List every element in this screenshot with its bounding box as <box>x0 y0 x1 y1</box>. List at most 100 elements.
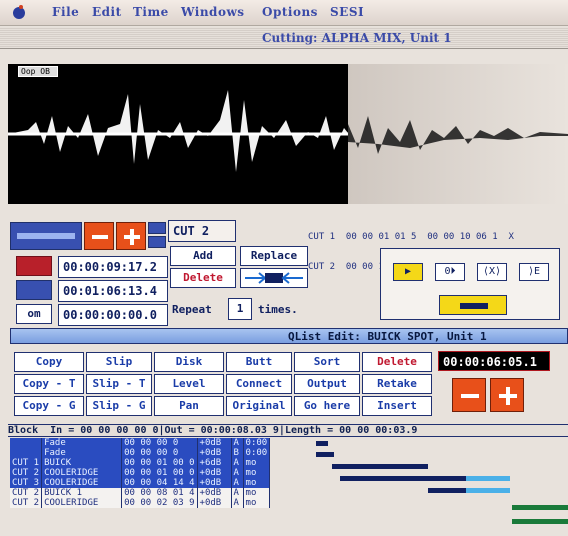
table-cell-name: BUICK 1 <box>41 488 123 498</box>
cut-label: CUT 2 <box>168 220 236 242</box>
menu-file[interactable]: File <box>52 5 79 19</box>
copy-button[interactable]: Copy <box>14 352 84 372</box>
add-button[interactable]: Add <box>170 246 236 266</box>
delete-qlist-button[interactable]: Delete <box>362 352 432 372</box>
minus-button[interactable] <box>84 222 114 250</box>
slip-g-button[interactable]: Slip - G <box>86 396 152 416</box>
table-cell-x: mo <box>243 488 271 498</box>
record-out-button[interactable] <box>16 280 52 300</box>
menu-edit[interactable]: Edit <box>92 5 122 19</box>
shuttle-control[interactable] <box>439 295 507 315</box>
table-cell-cut <box>10 448 43 458</box>
event-table[interactable]: Fade 00 00 00 0 +0dB A 0:00 Fade 00 00 00 0 +0d… <box>10 438 350 508</box>
table-cell-db: +0dB <box>197 468 232 478</box>
table-cell-time: 00 00 00 0 <box>121 448 198 458</box>
connect-button[interactable]: Connect <box>226 374 292 394</box>
table-cell-name: COOLERIDGE <box>41 468 123 478</box>
cut-list-row[interactable]: CUT 1 00 00 01 01 5 00 00 10 06 1 X <box>308 232 514 242</box>
waveform-tag[interactable]: Oop OB <box>18 66 58 77</box>
timeline-clip[interactable] <box>332 464 428 469</box>
timeline-clip[interactable] <box>428 488 470 493</box>
repeat-input[interactable]: 1 <box>228 298 252 320</box>
table-cell-x: 0:00 <box>243 438 271 448</box>
table-cell-db: +0dB <box>197 488 232 498</box>
table-cell-ch: A <box>231 478 244 488</box>
table-cell-time: 00 00 01 00 0 <box>121 458 198 468</box>
level-meter <box>10 222 82 250</box>
om-button[interactable]: om <box>16 304 52 324</box>
minus-icon <box>92 235 108 239</box>
transport-b3-button[interactable]: ⟨X⟩ <box>477 263 507 281</box>
timeline-area[interactable] <box>316 438 568 536</box>
output-button[interactable]: Output <box>294 374 360 394</box>
qlist-title: QList Edit: BUICK SPOT, Unit 1 <box>288 330 487 343</box>
timeline-clip[interactable] <box>512 505 568 510</box>
plus-button[interactable] <box>116 222 146 250</box>
waveform-light-region <box>348 64 568 204</box>
replace-button[interactable]: Replace <box>240 246 308 266</box>
table-row[interactable]: CUT 3 COOLERIDGE 00 00 04 14 4 +0dB Amo <box>10 478 271 488</box>
transport-b2-button[interactable]: 0⏵ <box>435 263 465 281</box>
menu-sesi[interactable]: SESI <box>330 5 364 19</box>
time-in-field[interactable]: 00:00:09:17.2 <box>58 256 168 278</box>
copy-t-button[interactable]: Copy - T <box>14 374 84 394</box>
delete-button[interactable]: Delete <box>170 268 236 288</box>
table-cell-time: 00 00 02 03 9 <box>121 498 198 508</box>
slip-button[interactable]: Slip <box>86 352 152 372</box>
go-here-button[interactable]: Go here <box>294 396 360 416</box>
menu-windows[interactable]: Windows <box>181 5 245 19</box>
table-cell-cut: CUT 2 <box>10 468 43 478</box>
insert-button[interactable]: Insert <box>362 396 432 416</box>
apple-icon[interactable] <box>10 3 28 21</box>
table-row[interactable]: CUT 2 COOLERIDGE 00 00 01 00 0 +0dB Amo <box>10 468 271 478</box>
menu-time[interactable]: Time <box>133 5 169 19</box>
table-cell-ch: A <box>231 438 244 448</box>
transport-b4-button[interactable]: ⟩E <box>519 263 549 281</box>
scroll-down-icon[interactable] <box>148 236 166 248</box>
table-cell-name: COOLERIDGE <box>41 498 123 508</box>
table-cell-ch: A <box>231 468 244 478</box>
table-cell-time: 00 00 08 01 4 <box>121 488 198 498</box>
slip-t-button[interactable]: Slip - T <box>86 374 152 394</box>
scroll-up-icon[interactable] <box>148 222 166 234</box>
time-out-field[interactable]: 00:01:06:13.4 <box>58 280 168 302</box>
table-cell-cut <box>10 438 43 448</box>
record-in-button[interactable] <box>16 256 52 276</box>
butt-button[interactable]: Butt <box>226 352 292 372</box>
timeline-clip[interactable] <box>340 476 480 481</box>
swap-arrows-icon[interactable] <box>240 268 308 288</box>
table-cell-ch: A <box>231 488 244 498</box>
table-row[interactable]: Fade 00 00 00 0 +0dB B 0:00 <box>10 448 271 458</box>
table-row[interactable]: CUT 2 BUICK 1 00 00 08 01 4 +0dB Amo <box>10 488 271 498</box>
qlist-plus-button[interactable] <box>490 378 524 412</box>
table-row[interactable]: CUT 1 BUICK 00 00 01 00 0 +6dB Amo <box>10 458 271 468</box>
table-cell-ch: B <box>231 448 244 458</box>
timeline-clip[interactable] <box>316 452 334 457</box>
table-cell-x: mo <box>243 458 271 468</box>
original-button[interactable]: Original <box>226 396 292 416</box>
sort-button[interactable]: Sort <box>294 352 360 372</box>
table-cell-name: BUICK <box>41 458 123 468</box>
table-row[interactable]: CUT 2 COOLERIDGE 00 00 02 03 9 +0dB Amo <box>10 498 271 508</box>
table-cell-db: +0dB <box>197 478 232 488</box>
time-third-field[interactable]: 00:00:00:00.0 <box>58 304 168 326</box>
menu-options[interactable]: Options <box>262 5 318 19</box>
event-table-grid[interactable]: Fade 00 00 00 0 +0dB A 0:00 Fade 00 00 00 0 +0d… <box>10 438 271 508</box>
table-cell-x: mo <box>243 468 271 478</box>
timeline-clip[interactable] <box>466 488 510 493</box>
timeline-clip[interactable] <box>512 519 568 524</box>
table-cell-db: +6dB <box>197 458 232 468</box>
timeline-clip[interactable] <box>466 476 510 481</box>
copy-g-button[interactable]: Copy - G <box>14 396 84 416</box>
table-cell-cut: CUT 2 <box>10 498 43 508</box>
timeline-clip[interactable] <box>316 441 328 446</box>
repeat-label: Repeat <box>172 303 212 316</box>
level-button[interactable]: Level <box>154 374 224 394</box>
qlist-minus-button[interactable] <box>452 378 486 412</box>
times-label: times. <box>258 303 298 316</box>
disk-button[interactable]: Disk <box>154 352 224 372</box>
play-button[interactable]: ▶ <box>393 263 423 281</box>
pan-button[interactable]: Pan <box>154 396 224 416</box>
retake-button[interactable]: Retake <box>362 374 432 394</box>
table-row[interactable]: Fade 00 00 00 0 +0dB A 0:00 <box>10 438 271 448</box>
